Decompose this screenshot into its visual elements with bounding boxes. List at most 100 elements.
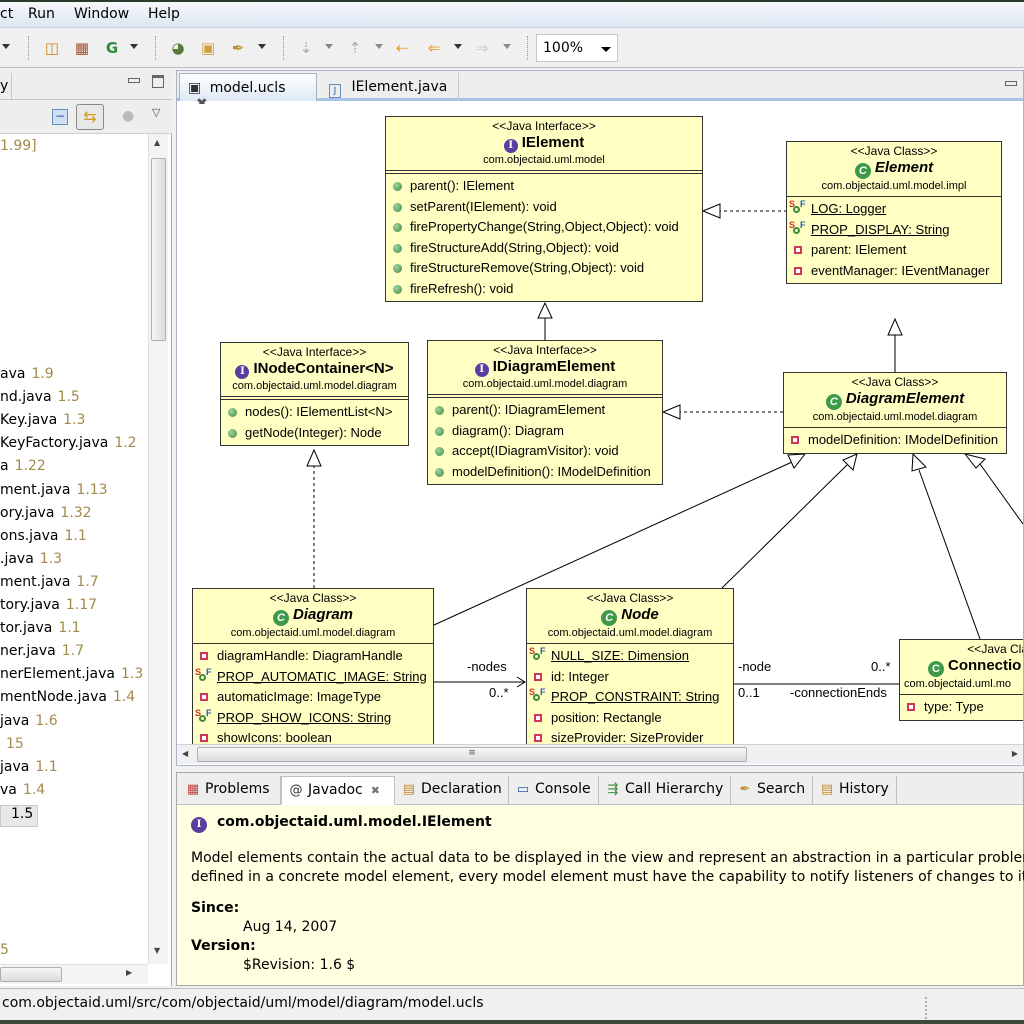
list-item[interactable]: 1.99] <box>0 138 37 160</box>
close-icon[interactable]: ✖ <box>371 784 380 797</box>
uml-class-node[interactable]: <<Java Class>> C Node com.objectaid.uml.m… <box>526 588 734 744</box>
dropdown-arrow-icon[interactable] <box>375 44 383 49</box>
list-item[interactable]: ment.java 1.7 <box>0 574 99 596</box>
minimize-icon[interactable] <box>128 78 140 83</box>
uml-member[interactable]: sizeProvider: SizeProvider <box>527 728 733 744</box>
scrollbar-thumb[interactable] <box>151 158 166 341</box>
minimize-icon[interactable] <box>1005 81 1017 86</box>
tab-search[interactable]: ✒ Search <box>731 776 813 805</box>
uml-class-element[interactable]: <<Java Class>> C Element com.objectaid.um… <box>786 141 1002 284</box>
scroll-left-icon[interactable]: ◀ <box>182 749 188 758</box>
search-torch-icon[interactable]: ✒ <box>228 38 248 58</box>
list-item[interactable]: ment.java 1.13 <box>0 482 108 504</box>
uml-member[interactable]: getNode(Integer): Node <box>221 423 408 444</box>
uml-member[interactable]: id: Integer <box>527 667 733 688</box>
uml-member[interactable]: showIcons: boolean <box>193 728 433 744</box>
new-package-icon[interactable]: ▦ <box>72 38 92 58</box>
list-item[interactable]: ory.java 1.32 <box>0 505 92 527</box>
forward-icon[interactable]: ⇒ <box>472 38 492 58</box>
dropdown-arrow-icon[interactable] <box>325 44 333 49</box>
tab-history[interactable]: ▤ History <box>813 776 897 805</box>
tab-call-hierarchy[interactable]: ⇶ Call Hierarchy <box>599 776 731 805</box>
scroll-up-icon[interactable]: ▲ <box>154 138 160 147</box>
list-item[interactable]: ner.java 1.7 <box>0 643 84 665</box>
list-item[interactable]: 15 <box>0 736 24 758</box>
left-panel-tab[interactable]: y <box>0 73 12 100</box>
tab-problems[interactable]: ▦ Problems <box>179 776 281 805</box>
uml-member[interactable]: accept(IDiagramVisitor): void <box>428 441 662 462</box>
list-item[interactable]: 1.5 <box>0 804 39 827</box>
scrollbar-thumb[interactable] <box>0 967 62 982</box>
uml-member[interactable]: fireStructureAdd(String,Object): void <box>386 238 702 259</box>
open-folder-icon[interactable]: ▣ <box>198 38 218 58</box>
list-item[interactable]: ons.java 1.1 <box>0 528 87 550</box>
diagram-canvas[interactable]: <<Java Interface>> I IElement com.objecta… <box>177 104 1023 744</box>
tab-javadoc[interactable]: @ Javadoc ✖ <box>281 776 395 805</box>
uml-member[interactable]: position: Rectangle <box>527 708 733 729</box>
uml-member[interactable]: parent(): IElement <box>386 176 702 197</box>
uml-member[interactable]: diagram(): Diagram <box>428 421 662 442</box>
list-item[interactable]: tory.java 1.17 <box>0 597 97 619</box>
filter-icon[interactable]: ● <box>122 108 134 124</box>
prev-annotation-icon[interactable]: ⇡ <box>345 38 365 58</box>
uml-member[interactable]: modelDefinition: IModelDefinition <box>784 430 1006 451</box>
tab-model-ucls[interactable]: ▣ model.ucls ✖ <box>179 73 317 112</box>
menu-help[interactable]: Help <box>148 6 180 22</box>
uml-member[interactable]: S F NULL_SIZE: Dimension <box>527 646 733 667</box>
maximize-icon[interactable] <box>152 75 164 88</box>
uml-member[interactable]: S F PROP_SHOW_ICONS: String <box>193 708 433 729</box>
uml-member[interactable]: modelDefinition(): IModelDefinition <box>428 462 662 483</box>
back-icon[interactable]: ⇐ <box>424 38 444 58</box>
uml-member[interactable]: nodes(): IElementList<N> <box>221 402 408 423</box>
next-annotation-icon[interactable]: ⇣ <box>296 38 316 58</box>
uml-member[interactable]: setParent(IElement): void <box>386 197 702 218</box>
new-class-icon[interactable]: G <box>102 38 122 58</box>
editor-horizontal-scrollbar[interactable]: ◀ ≡ ▶ <box>177 744 1023 764</box>
uml-class-diagram[interactable]: <<Java Class>> C Diagram com.objectaid.um… <box>192 588 434 744</box>
scroll-right-icon[interactable]: ▶ <box>126 968 132 977</box>
uml-class-diagramelement[interactable]: <<Java Class>> C DiagramElement com.objec… <box>783 372 1007 454</box>
tab-console[interactable]: ▭ Console <box>509 776 599 805</box>
dropdown-arrow-icon[interactable] <box>503 44 511 49</box>
uml-member[interactable]: S F PROP_AUTOMATIC_IMAGE: String <box>193 667 433 688</box>
menu-run[interactable]: Run <box>28 6 55 22</box>
uml-member[interactable]: parent(): IDiagramElement <box>428 400 662 421</box>
list-item[interactable]: .java 1.3 <box>0 551 62 573</box>
uml-member[interactable]: automaticImage: ImageType <box>193 687 433 708</box>
list-item[interactable]: Key.java 1.3 <box>0 412 85 434</box>
dropdown-arrow-icon[interactable] <box>2 44 10 49</box>
zoom-select[interactable]: 100% <box>536 34 618 62</box>
uml-member[interactable]: type: Type <box>900 697 1023 718</box>
uml-member[interactable]: diagramHandle: DiagramHandle <box>193 646 433 667</box>
left-horizontal-scrollbar[interactable]: ▶ <box>0 964 148 984</box>
scrollbar-thumb[interactable]: ≡ <box>197 747 747 762</box>
dropdown-arrow-icon[interactable] <box>454 44 462 49</box>
menu-project[interactable]: ct <box>0 6 13 22</box>
scroll-down-icon[interactable]: ▼ <box>154 946 160 955</box>
uml-interface-ielement[interactable]: <<Java Interface>> I IElement com.objecta… <box>385 116 703 302</box>
list-item[interactable]: a 1.22 <box>0 458 46 480</box>
tab-declaration[interactable]: ▤ Declaration <box>395 776 509 805</box>
uml-class-connection[interactable]: <<Java Clas CConnectio com.objectaid.uml… <box>899 639 1023 721</box>
new-java-project-icon[interactable]: ◫ <box>42 38 62 58</box>
link-with-editor-icon[interactable]: ⇆ <box>76 104 104 130</box>
dropdown-arrow-icon[interactable] <box>130 44 138 49</box>
list-item[interactable]: va 1.4 <box>0 782 45 804</box>
uml-member[interactable]: S F PROP_CONSTRAINT: String <box>527 687 733 708</box>
list-item[interactable]: nerElement.java 1.3 <box>0 666 143 688</box>
list-item[interactable]: nd.java 1.5 <box>0 389 80 411</box>
uml-member[interactable]: eventManager: IEventManager <box>787 261 1001 282</box>
dropdown-arrow-icon[interactable] <box>258 44 266 49</box>
menu-window[interactable]: Window <box>74 6 129 22</box>
list-item[interactable]: tor.java 1.1 <box>0 620 81 642</box>
uml-interface-inodecontainer[interactable]: <<Java Interface>> I INodeContainer<N> co… <box>220 342 409 446</box>
uml-member[interactable]: parent: IElement <box>787 240 1001 261</box>
uml-interface-idiagramelement[interactable]: <<Java Interface>> I IDiagramElement com.… <box>427 340 663 485</box>
open-type-icon[interactable]: ◕ <box>168 38 188 58</box>
uml-member[interactable]: fireRefresh(): void <box>386 279 702 300</box>
uml-member[interactable]: firePropertyChange(String,Object,Object)… <box>386 217 702 238</box>
view-menu-icon[interactable]: ▽ <box>152 106 160 119</box>
list-item[interactable]: mentNode.java 1.4 <box>0 689 135 711</box>
left-vertical-scrollbar[interactable]: ▲ ▼ <box>148 134 168 964</box>
scroll-right-icon[interactable]: ▶ <box>1012 749 1018 758</box>
